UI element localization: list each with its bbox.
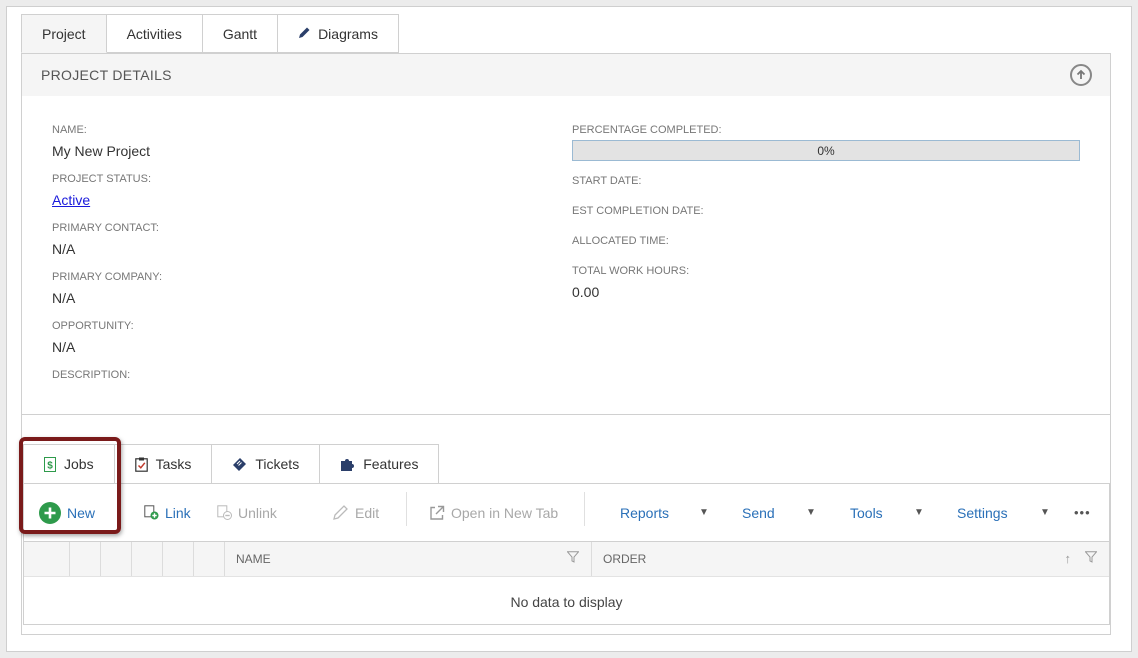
tab-features[interactable]: Features — [320, 444, 440, 484]
column-order-label: ORDER — [603, 552, 647, 566]
edit-button-label: Edit — [355, 504, 380, 521]
reports-caret-icon[interactable]: ▼ — [699, 484, 709, 541]
grid-header-row: NAME ORDER ↑ — [24, 542, 1109, 577]
sort-ascending-icon[interactable]: ↑ — [1065, 551, 1072, 566]
pencil-edit-icon — [332, 504, 349, 521]
ticket-icon — [232, 457, 247, 472]
grid-command-column — [70, 542, 101, 576]
tools-label: Tools — [850, 504, 883, 521]
tools-caret-icon[interactable]: ▼ — [914, 484, 924, 541]
opportunity-label: OPPORTUNITY: — [52, 320, 134, 332]
reports-label: Reports — [620, 504, 670, 521]
tools-dropdown[interactable]: Tools — [850, 484, 883, 541]
project-status-link[interactable]: Active — [52, 192, 90, 208]
unlink-button-label: Unlink — [238, 504, 277, 521]
tab-diagrams[interactable]: Diagrams — [278, 14, 399, 53]
reports-dropdown[interactable]: Reports — [620, 484, 669, 541]
tab-project[interactable]: Project — [21, 14, 107, 53]
send-caret-icon[interactable]: ▼ — [806, 484, 816, 541]
open-in-new-tab-label: Open in New Tab — [451, 504, 559, 521]
tab-activities[interactable]: Activities — [106, 14, 203, 53]
project-details-header: PROJECT DETAILS — [22, 54, 1110, 96]
puzzle-icon — [340, 457, 355, 472]
send-dropdown[interactable]: Send — [742, 484, 775, 541]
name-value: My New Project — [52, 143, 151, 159]
project-details-panel: PROJECT DETAILS NAME: My New Project PRO… — [21, 53, 1111, 415]
new-button-label: New — [67, 504, 96, 521]
grid-command-column — [163, 542, 194, 576]
external-link-icon — [429, 505, 445, 521]
svg-text:$: $ — [47, 460, 53, 471]
settings-label: Settings — [957, 504, 1008, 521]
allocated-time-label: ALLOCATED TIME: — [572, 235, 669, 247]
primary-contact-label: PRIMARY CONTACT: — [52, 222, 159, 234]
grid-empty-message: No data to display — [510, 594, 623, 610]
project-status-value: Active — [52, 192, 90, 208]
primary-contact-value: N/A — [52, 241, 76, 257]
description-label: DESCRIPTION: — [52, 369, 131, 381]
tab-tasks-label: Tasks — [155, 456, 192, 472]
name-label: NAME: — [52, 124, 87, 136]
open-in-new-tab-button[interactable]: Open in New Tab — [429, 484, 558, 541]
link-button[interactable]: Link — [144, 484, 191, 541]
percentage-progress-text: 0% — [817, 143, 835, 158]
tab-tickets-label: Tickets — [255, 456, 300, 472]
link-icon — [144, 505, 159, 520]
tab-features-label: Features — [363, 456, 419, 472]
toolbar-divider — [406, 492, 407, 526]
collapse-arrow-up-icon[interactable] — [1070, 64, 1092, 86]
tab-tasks[interactable]: Tasks — [114, 444, 213, 484]
edit-button[interactable]: Edit — [332, 484, 379, 541]
est-completion-date-label: EST COMPLETION DATE: — [572, 205, 704, 217]
toolbar-divider — [584, 492, 585, 526]
tab-project-label: Project — [42, 25, 86, 42]
percentage-completed-label: PERCENTAGE COMPLETED: — [572, 124, 722, 136]
top-tab-bar: Project Activities Gantt Diagrams — [21, 14, 399, 54]
primary-company-label: PRIMARY COMPANY: — [52, 271, 163, 283]
start-date-label: START DATE: — [572, 175, 642, 187]
related-tab-bar: $ Jobs Tasks Tickets Features — [23, 444, 440, 484]
link-button-label: Link — [165, 504, 191, 521]
settings-dropdown[interactable]: Settings — [957, 484, 1008, 541]
column-header-order[interactable]: ORDER ↑ — [592, 542, 1109, 576]
filter-icon[interactable] — [566, 551, 580, 566]
tab-diagrams-label: Diagrams — [318, 25, 378, 42]
grid-command-column — [132, 542, 163, 576]
column-header-name[interactable]: NAME — [225, 542, 592, 576]
tab-gantt[interactable]: Gantt — [202, 14, 279, 53]
tab-jobs[interactable]: $ Jobs — [23, 444, 115, 484]
settings-caret-icon[interactable]: ▼ — [1040, 484, 1050, 541]
grid-command-column — [101, 542, 132, 576]
project-details-title: PROJECT DETAILS — [41, 67, 172, 83]
opportunity-value: N/A — [52, 339, 76, 355]
jobs-toolbar: New Link Unlink Edit Open in New Tab Rep… — [23, 483, 1110, 541]
pencil-icon — [298, 26, 311, 42]
total-work-hours-value: 0.00 — [572, 284, 600, 300]
jobs-dollar-icon: $ — [44, 456, 56, 472]
percentage-progress-bar: 0% — [572, 140, 1080, 161]
more-options-icon[interactable]: ••• — [1074, 484, 1091, 541]
plus-circle-icon — [39, 501, 61, 524]
filter-icon[interactable] — [1084, 551, 1098, 566]
send-label: Send — [742, 504, 775, 521]
grid-select-column[interactable] — [24, 542, 70, 576]
clipboard-check-icon — [134, 457, 148, 472]
unlink-icon — [217, 505, 232, 520]
total-work-hours-label: TOTAL WORK HOURS: — [572, 265, 690, 277]
project-status-label: PROJECT STATUS: — [52, 173, 152, 185]
jobs-grid: NAME ORDER ↑ No data to display — [23, 541, 1110, 625]
unlink-button[interactable]: Unlink — [217, 484, 277, 541]
column-name-label: NAME — [236, 552, 271, 566]
tab-gantt-label: Gantt — [222, 25, 258, 42]
tab-activities-label: Activities — [126, 25, 182, 42]
tab-jobs-label: Jobs — [64, 456, 94, 472]
tab-tickets[interactable]: Tickets — [212, 444, 321, 484]
grid-command-column — [194, 542, 225, 576]
primary-company-value: N/A — [52, 290, 76, 306]
new-button[interactable]: New — [39, 484, 95, 541]
